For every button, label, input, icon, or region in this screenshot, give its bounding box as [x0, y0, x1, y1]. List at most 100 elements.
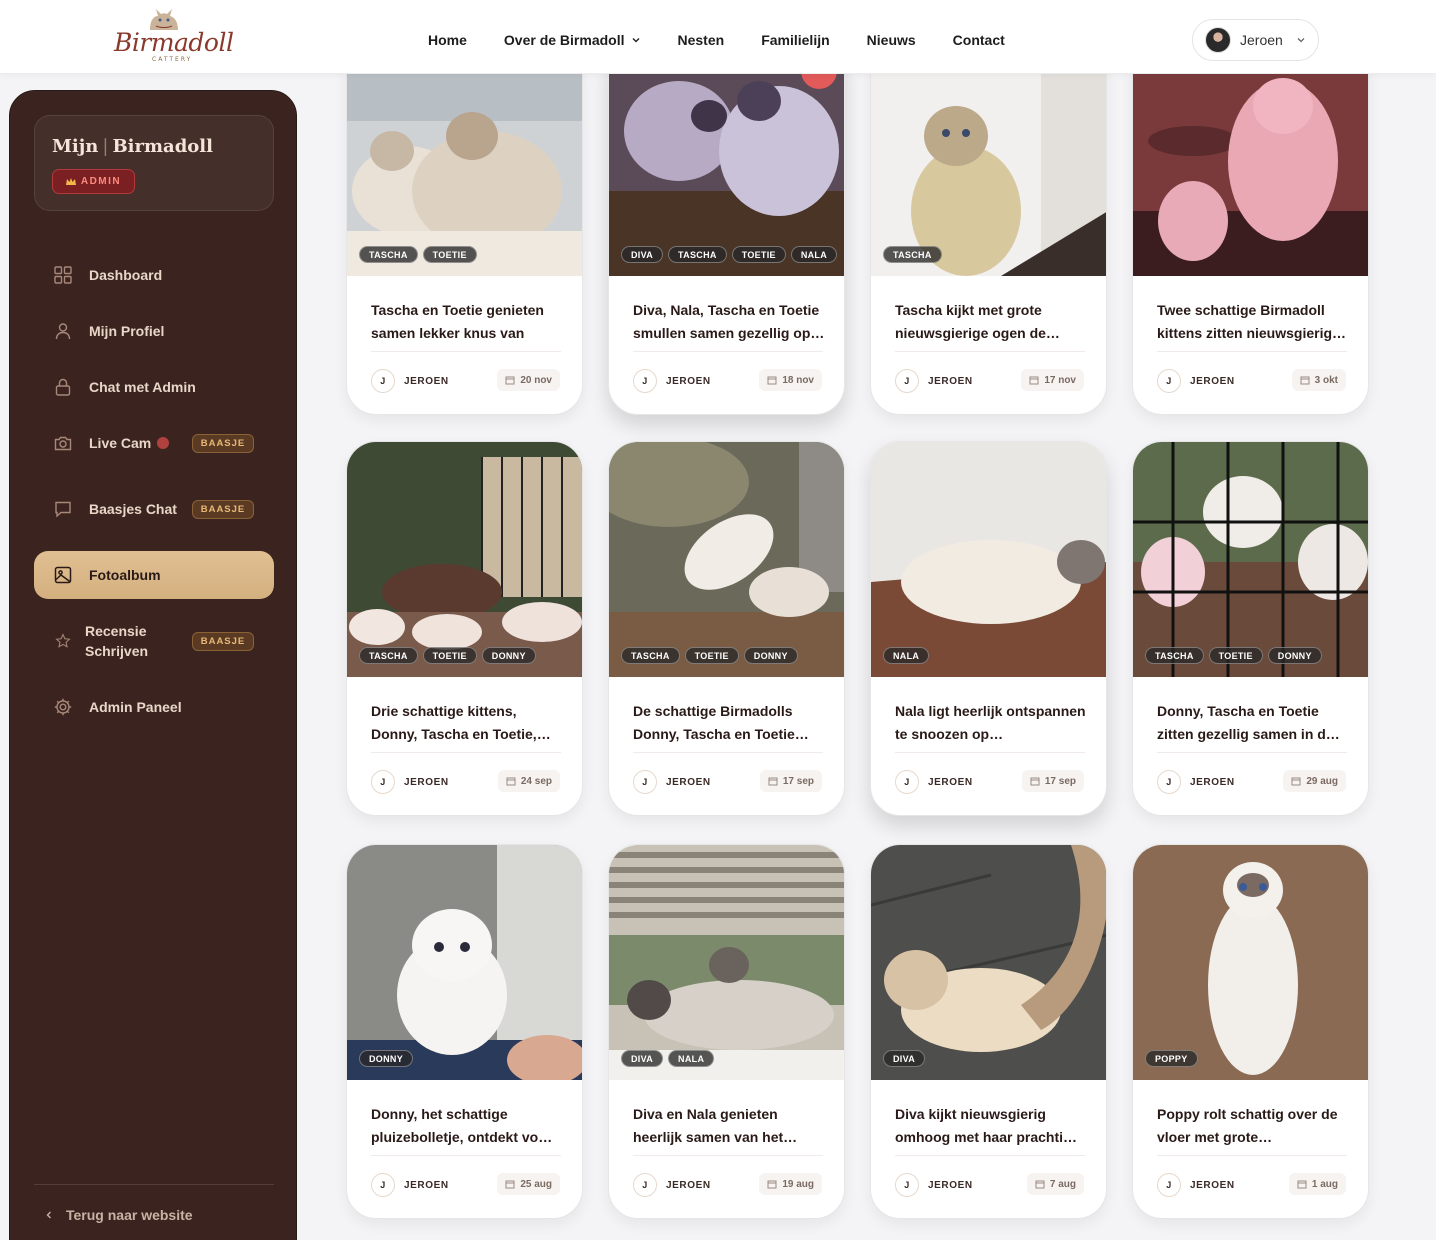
cat-tag[interactable]: TASCHA [621, 647, 680, 664]
cat-tag[interactable]: TOETIE [422, 246, 477, 263]
cat-tag[interactable]: DONNY [359, 1050, 414, 1067]
photo-card[interactable]: DIVA NALA Diva en Nala genieten heerlijk… [608, 844, 845, 1219]
sidebar-item-mijn-profiel[interactable]: Mijn Profiel [34, 307, 274, 355]
user-menu-button[interactable]: Jeroen [1192, 19, 1319, 61]
admin-badge-label: ADMIN [80, 176, 122, 187]
nav-familielijn[interactable]: Familielijn [761, 28, 829, 52]
cat-tag[interactable]: DIVA [621, 1050, 664, 1067]
photo-card[interactable]: TASCHA TOETIE Tascha en Toetie genieten … [346, 40, 583, 415]
date-label: 20 nov [520, 374, 552, 386]
photo-card[interactable]: TASCHA TOETIE DONNY De schattige Birmado… [608, 441, 845, 816]
nav-over-de-birmadoll[interactable]: Over de Birmadoll [504, 28, 641, 52]
chat-icon [55, 501, 71, 518]
author-avatar: J [633, 1173, 657, 1197]
author-avatar: J [371, 369, 395, 393]
photo-caption: Tascha en Toetie genieten samen lekker k… [371, 302, 544, 341]
photo-thumbnail[interactable]: TASCHA TOETIE DONNY [1133, 442, 1368, 677]
sidebar-item-recensie-schrijven[interactable]: Recensie Schrijven BAASJE [34, 607, 274, 675]
cat-tag[interactable]: TASCHA [668, 246, 727, 263]
date-label: 1 aug [1311, 1178, 1338, 1190]
chevron-left-icon [46, 1211, 51, 1219]
photo-thumbnail[interactable]: POPPY [1133, 845, 1368, 1080]
author-avatar: J [895, 369, 919, 393]
cat-tag[interactable]: TOETIE [1208, 647, 1263, 664]
photo-author: J JEROEN [1157, 1173, 1235, 1197]
sidebar-divider [34, 1184, 274, 1185]
cat-photo-image [871, 41, 1106, 276]
photo-date: 3 okt [1291, 369, 1346, 391]
photo-date: 17 sep [1021, 770, 1084, 792]
cat-tag[interactable]: TASCHA [359, 647, 418, 664]
photo-card[interactable]: POPPY Poppy rolt schattig over de vloer … [1132, 844, 1369, 1219]
photo-thumbnail[interactable]: DIVA TASCHA TOETIE NALA [609, 41, 844, 276]
divider [895, 752, 1085, 753]
birmadoll-logo[interactable]: Birmadoll CATTERY [108, 6, 238, 64]
calendar-icon [506, 777, 516, 786]
divider [895, 351, 1085, 352]
photo-card[interactable]: DIVA TASCHA TOETIE NALA Diva, Nala, Tasc… [608, 40, 845, 415]
cat-tag[interactable]: DIVA [621, 246, 664, 263]
cat-photo-image [347, 845, 582, 1080]
photo-thumbnail[interactable]: TASCHA TOETIE DONNY [609, 442, 844, 677]
photo-card[interactable]: DIVA Diva kijkt nieuwsgierig omhoog met … [870, 844, 1107, 1219]
cat-photo-image [1133, 442, 1368, 677]
nav-home[interactable]: Home [428, 28, 467, 52]
photo-thumbnail[interactable]: TASCHA TOETIE [347, 41, 582, 276]
photo-caption: Diva en Nala genieten heerlijk samen van… [633, 1106, 798, 1145]
date-label: 3 okt [1314, 374, 1338, 386]
cat-tag[interactable]: DIVA [883, 1050, 926, 1067]
cat-tag[interactable]: TASCHA [883, 246, 942, 263]
nav-nesten[interactable]: Nesten [678, 28, 725, 52]
photo-thumbnail[interactable] [1133, 41, 1368, 276]
calendar-icon [505, 376, 515, 385]
cat-tag[interactable]: NALA [790, 246, 838, 263]
cat-tag[interactable]: DONNY [743, 647, 798, 664]
photo-card[interactable]: DONNY Donny, het schattige pluizebolletj… [346, 844, 583, 1219]
image-icon [54, 566, 72, 584]
photo-thumbnail[interactable]: TASCHA [871, 41, 1106, 276]
cat-tag[interactable]: NALA [668, 1050, 715, 1067]
photo-thumbnail[interactable]: DONNY [347, 845, 582, 1080]
cat-tag[interactable]: POPPY [1145, 1050, 1198, 1067]
author-avatar: J [633, 369, 657, 393]
photo-thumbnail[interactable]: TASCHA TOETIE DONNY [347, 442, 582, 677]
calendar-icon [505, 1180, 515, 1189]
cat-tag[interactable]: DONNY [1267, 647, 1322, 664]
brand-right: Birmadoll [112, 136, 213, 157]
cat-tag[interactable]: TASCHA [359, 246, 418, 263]
sidebar-item-label: Mijn Profiel [89, 323, 165, 339]
cat-tag[interactable]: DONNY [481, 647, 536, 664]
cat-tags: POPPY [1145, 1050, 1198, 1067]
photo-thumbnail[interactable]: NALA [871, 442, 1106, 677]
cat-tags: TASCHA TOETIE [359, 246, 477, 263]
sidebar-item-dashboard[interactable]: Dashboard [34, 251, 274, 299]
divider [371, 752, 561, 753]
photo-thumbnail[interactable]: DIVA NALA [609, 845, 844, 1080]
photo-card[interactable]: TASCHA TOETIE DONNY Donny, Tascha en Toe… [1132, 441, 1369, 816]
cat-tag[interactable]: NALA [883, 647, 930, 664]
sidebar-item-live-cam[interactable]: Live Cam BAASJE [34, 419, 274, 467]
sidebar-item-admin-paneel[interactable]: Admin Paneel [34, 683, 274, 731]
nav-over-label: Over de Birmadoll [503, 32, 625, 48]
photo-thumbnail[interactable]: DIVA [871, 845, 1106, 1080]
nav-contact[interactable]: Contact [953, 28, 1005, 52]
sidebar-item-chat-met-admin[interactable]: Chat met Admin [34, 363, 274, 411]
baasje-badge: BAASJE [192, 631, 254, 651]
sidebar-item-baasjes-chat[interactable]: Baasjes Chat BAASJE [34, 475, 274, 543]
user-icon [55, 323, 71, 340]
photo-card[interactable]: TASCHA TOETIE DONNY Drie schattige kitte… [346, 441, 583, 816]
sidebar-item-fotoalbum[interactable]: Fotoalbum [34, 551, 274, 599]
photo-card[interactable]: Twee schattige Birmadoll kittens zitten … [1132, 40, 1369, 415]
sidebar-item-label: Chat met Admin [89, 379, 196, 395]
photo-card[interactable]: TASCHA Tascha kijkt met grote nieuwsgier… [870, 40, 1107, 415]
calendar-icon [767, 376, 777, 385]
cat-tags: NALA [883, 647, 930, 664]
cat-tag[interactable]: TOETIE [684, 647, 739, 664]
cat-tag[interactable]: TASCHA [1145, 647, 1204, 664]
author-name: JEROEN [666, 776, 711, 788]
cat-tag[interactable]: TOETIE [731, 246, 786, 263]
cat-tag[interactable]: TOETIE [422, 647, 477, 664]
photo-card[interactable]: NALA Nala ligt heerlijk ontspannen te sn… [870, 441, 1107, 816]
back-to-website-link[interactable]: Terug naar website [44, 1207, 193, 1223]
nav-nieuws[interactable]: Nieuws [867, 28, 916, 52]
